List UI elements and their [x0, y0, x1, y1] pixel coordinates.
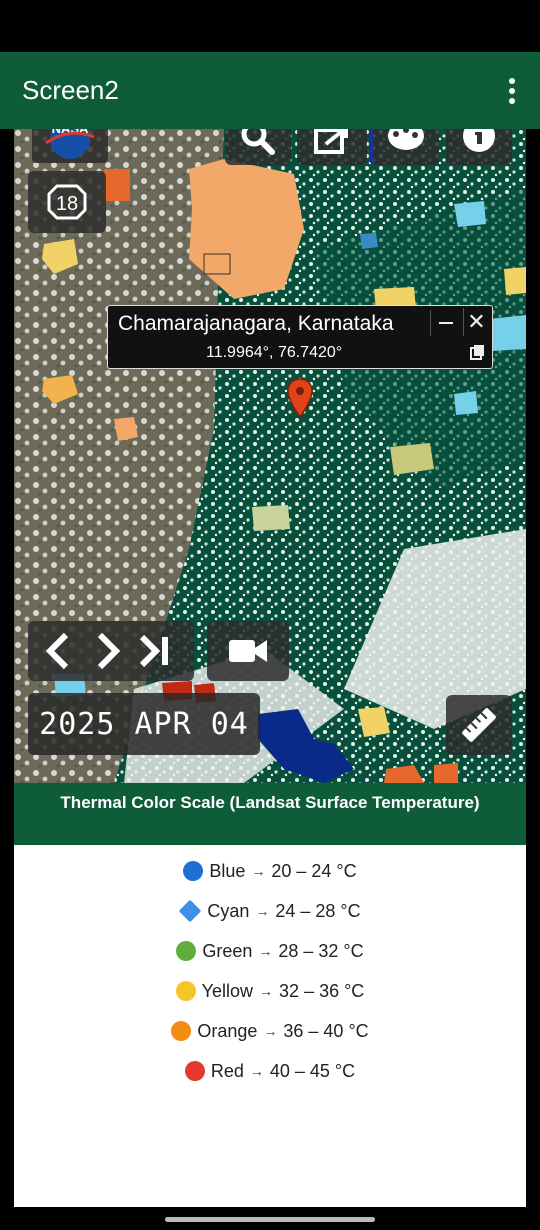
legend-range: 24 – 28 °C [275, 900, 361, 921]
zoom-level-badge[interactable]: 18 [28, 171, 106, 233]
nasa-logo[interactable]: NASA [32, 129, 108, 163]
layers-button[interactable] [369, 129, 439, 165]
zoom-level: 18 [56, 193, 78, 215]
search-icon [241, 129, 275, 155]
share-icon [314, 129, 348, 154]
arrow-icon: → [263, 1023, 278, 1039]
popup-place-name: Chamarajanagara, Karnataka [118, 312, 394, 335]
red-circle-icon [184, 1061, 205, 1081]
app-bar: Screen2 [0, 52, 540, 129]
green-circle-icon [176, 941, 197, 961]
close-icon[interactable]: ✕ [463, 308, 489, 336]
ruler-button[interactable] [446, 695, 512, 755]
copy-icon[interactable] [470, 344, 486, 360]
legend-range: 32 – 36 °C [279, 980, 365, 1001]
legend-item-yellow: Yellow → 32 – 36 °C [14, 971, 526, 1011]
legend-item-orange: Orange → 36 – 40 °C [14, 1011, 526, 1051]
yellow-circle-icon [175, 981, 196, 1001]
skip-end-icon[interactable] [139, 634, 168, 668]
minimize-icon[interactable] [430, 310, 458, 336]
legend-name: Yellow [201, 980, 254, 1001]
legend-range: 20 – 24 °C [271, 860, 357, 881]
legend-range: 40 – 45 °C [269, 1060, 356, 1081]
location-pin-icon[interactable] [286, 377, 314, 419]
arrow-icon: → [258, 943, 273, 959]
satellite-map[interactable]: NASA [14, 129, 526, 783]
ruler-icon [462, 708, 496, 742]
arrow-icon: → [249, 1063, 264, 1079]
legend-name: Red [210, 1060, 244, 1081]
chevron-right-icon[interactable] [97, 632, 121, 670]
share-button[interactable] [297, 129, 367, 165]
arrow-icon: → [251, 863, 266, 879]
zoom-badge-icon: 18 [47, 184, 87, 220]
video-button[interactable] [207, 621, 289, 681]
video-icon [229, 640, 267, 662]
content-area: NASA [14, 129, 526, 1207]
date-display[interactable]: 2025 APR 04 [28, 693, 260, 755]
home-gesture-handle[interactable] [165, 1217, 375, 1222]
overflow-menu-icon[interactable] [502, 78, 522, 104]
blue-circle-icon [183, 861, 204, 881]
palette-icon [388, 129, 424, 150]
search-button[interactable] [225, 129, 291, 165]
thermal-legend: Blue → 20 – 24 °C Cyan → 24 – 28 °C Gree… [14, 851, 526, 1091]
info-icon [463, 129, 495, 152]
info-button[interactable] [446, 129, 512, 165]
status-bar [0, 0, 540, 52]
popup-coordinates: 11.9964°, 76.7420° [206, 344, 343, 361]
legend-item-blue: Blue → 20 – 24 °C [14, 851, 526, 891]
legend-name: Blue [209, 860, 246, 881]
legend-item-green: Green → 28 – 32 °C [14, 931, 526, 971]
legend-item-cyan: Cyan → 24 – 28 °C [14, 891, 526, 931]
chevron-left-icon[interactable] [45, 632, 69, 670]
thermal-scale-title: Thermal Color Scale (Landsat Surface Tem… [14, 783, 526, 845]
legend-name: Cyan [207, 900, 250, 921]
legend-name: Green [202, 940, 253, 961]
app-title: Screen2 [22, 75, 119, 105]
legend-name: Orange [197, 1020, 258, 1041]
timeline-controls [28, 621, 194, 681]
legend-range: 28 – 32 °C [278, 940, 364, 961]
system-nav-bar [0, 1207, 540, 1230]
arrow-icon: → [255, 903, 270, 919]
arrow-icon: → [259, 983, 274, 999]
legend-item-red: Red → 40 – 45 °C [14, 1051, 526, 1091]
legend-range: 36 – 40 °C [283, 1020, 369, 1041]
location-popup: Chamarajanagara, Karnataka 11.9964°, 76.… [107, 305, 493, 369]
orange-circle-icon [171, 1021, 192, 1041]
blue-diamond-icon [179, 899, 202, 923]
